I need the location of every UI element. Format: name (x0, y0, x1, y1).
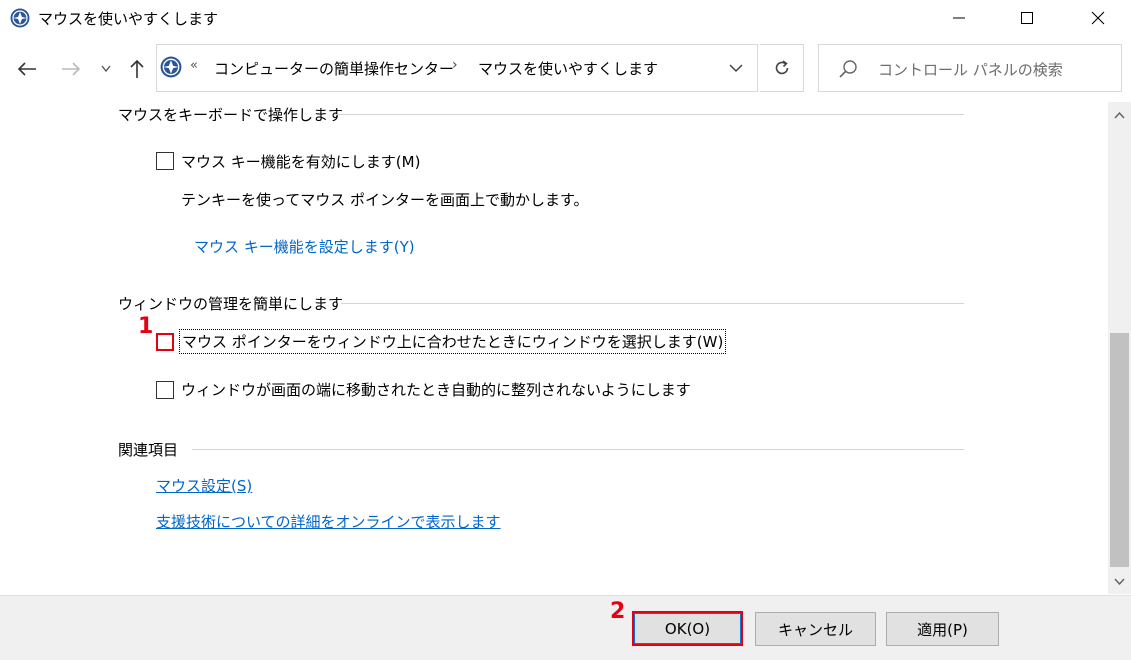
recent-locations-button[interactable] (94, 54, 118, 84)
control-panel-app-icon (10, 8, 30, 28)
refresh-button[interactable] (760, 44, 804, 92)
section-divider (341, 303, 964, 304)
cancel-button[interactable]: キャンセル (755, 612, 876, 646)
ok-button-label[interactable]: OK(O) (634, 613, 741, 644)
mouse-keys-checkbox-label[interactable]: マウス キー機能を有効にします(M) (181, 151, 420, 172)
ok-button[interactable]: OK(O) (632, 611, 743, 646)
maximize-button[interactable] (1004, 0, 1050, 36)
chevron-down-icon (729, 63, 743, 72)
maximize-icon (1021, 12, 1033, 24)
chevron-down-icon (101, 65, 111, 73)
search-icon (838, 58, 860, 80)
back-button[interactable] (12, 54, 42, 84)
window-title: マウスを使いやすくします (38, 10, 219, 28)
section-title-related: 関連項目 (118, 441, 179, 459)
assistive-tech-online-link[interactable]: 支援技術についての詳細をオンラインで表示します (156, 511, 501, 532)
mouse-keys-checkbox[interactable] (156, 152, 174, 170)
arrow-left-icon (17, 62, 36, 76)
hover-activate-window-label[interactable]: マウス ポインターをウィンドウ上に合わせたときにウィンドウを選択します(W) (179, 329, 727, 354)
breadcrumb-overflow[interactable]: « (190, 58, 198, 73)
annotation-marker-1: 1 (138, 314, 154, 339)
chevron-up-icon (1114, 111, 1125, 118)
prevent-snap-checkbox[interactable] (156, 381, 174, 399)
close-button[interactable] (1075, 0, 1121, 36)
section-title-mouse-keys: マウスをキーボードで操作します (118, 106, 344, 124)
apply-button[interactable]: 適用(P) (886, 612, 999, 646)
breadcrumb-separator[interactable]: › (452, 57, 458, 73)
prevent-snap-label[interactable]: ウィンドウが画面の端に移動されたとき自動的に整列されないようにします (181, 379, 691, 400)
arrow-right-icon (62, 62, 81, 76)
section-divider (334, 114, 964, 115)
section-title-window-management: ウィンドウの管理を簡単にします (118, 295, 344, 313)
control-panel-icon (160, 56, 182, 78)
hover-activate-window-checkbox[interactable] (156, 333, 174, 351)
search-input[interactable]: コントロール パネルの検索 (878, 59, 1063, 80)
scroll-up-button[interactable] (1108, 102, 1131, 128)
scrollbar-thumb[interactable] (1110, 333, 1129, 567)
chevron-down-icon (1114, 578, 1125, 585)
address-dropdown-button[interactable] (724, 56, 748, 80)
arrow-up-icon (130, 59, 144, 78)
section-divider (192, 449, 964, 450)
up-button[interactable] (122, 54, 152, 84)
mouse-keys-description: テンキーを使ってマウス ポインターを画面上で動かします。 (181, 191, 589, 209)
close-icon (1091, 11, 1105, 25)
breadcrumb-ease-of-access-center[interactable]: コンピューターの簡単操作センター (214, 58, 454, 79)
breadcrumb-current-page[interactable]: マウスを使いやすくします (478, 58, 658, 79)
mouse-keys-setup-link[interactable]: マウス キー機能を設定します(Y) (194, 236, 415, 257)
scroll-down-button[interactable] (1108, 568, 1131, 594)
minimize-icon (953, 17, 965, 19)
minimize-button[interactable] (936, 0, 982, 36)
refresh-icon (775, 60, 788, 75)
annotation-marker-2: 2 (610, 599, 626, 624)
mouse-settings-link[interactable]: マウス設定(S) (156, 475, 252, 496)
forward-button[interactable] (56, 54, 86, 84)
